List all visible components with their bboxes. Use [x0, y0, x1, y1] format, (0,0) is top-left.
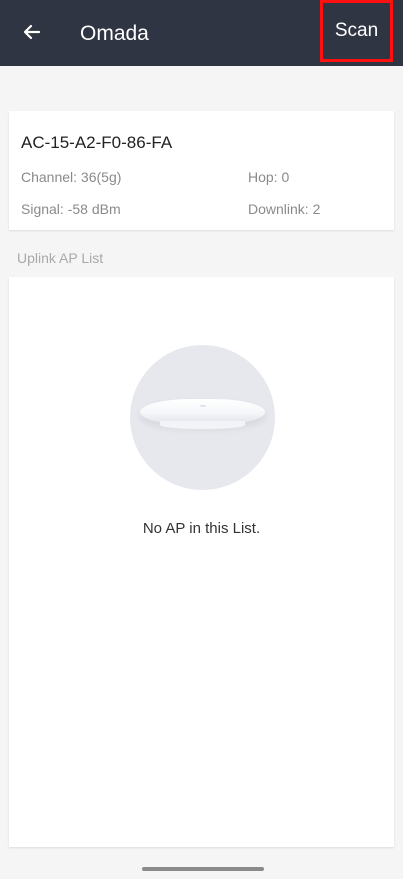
main-content: AC-15-A2-F0-86-FA Channel: 36(5g) Hop: 0… [0, 66, 403, 857]
access-point-device-icon [130, 345, 275, 490]
scan-button[interactable]: Scan [320, 0, 393, 62]
app-bar: Omada Scan [0, 0, 403, 66]
ap-downlink: Downlink: 2 [248, 201, 321, 217]
gesture-navigation-area [0, 857, 403, 879]
uplink-ap-list-label: Uplink AP List [17, 250, 104, 266]
ap-hop: Hop: 0 [248, 169, 290, 185]
empty-list-message: No AP in this List. [142, 520, 261, 537]
device-led [200, 405, 206, 407]
scan-button-label: Scan [334, 20, 379, 41]
current-ap-card: AC-15-A2-F0-86-FA Channel: 36(5g) Hop: 0… [9, 111, 394, 230]
ap-signal: Signal: -58 dBm [21, 201, 121, 217]
home-gesture-bar[interactable] [142, 867, 264, 871]
uplink-ap-list: No AP in this List. [9, 277, 394, 847]
arrow-left-icon [20, 21, 42, 48]
page-title: Omada [80, 22, 149, 45]
device-shape [140, 399, 265, 435]
device-base [160, 421, 245, 429]
back-button[interactable] [14, 17, 48, 51]
ap-mac-address: AC-15-A2-F0-86-FA [21, 133, 173, 152]
ap-channel: Channel: 36(5g) [21, 169, 122, 185]
